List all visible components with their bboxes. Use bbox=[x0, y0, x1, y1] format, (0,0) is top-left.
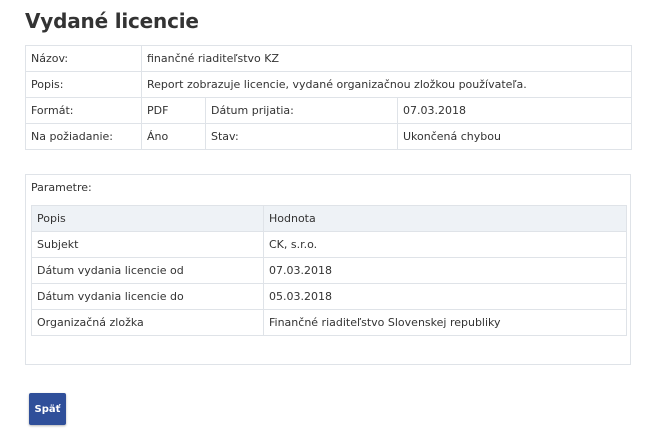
column-header-description: Popis bbox=[31, 205, 264, 232]
param-name: Subjekt bbox=[31, 231, 264, 258]
received-label: Dátum prijatia: bbox=[205, 97, 398, 124]
status-label: Stav: bbox=[205, 123, 398, 150]
param-name: Dátum vydania licencie do bbox=[31, 283, 264, 310]
on-demand-value: Áno bbox=[141, 123, 206, 150]
received-value: 07.03.2018 bbox=[396, 97, 633, 124]
on-demand-label: Na požiadanie: bbox=[25, 123, 142, 150]
page-title: Vydané licencie bbox=[25, 9, 199, 33]
table-row: Dátum vydania licencie do 05.03.2018 bbox=[31, 283, 627, 310]
column-header-value: Hodnota bbox=[263, 205, 627, 232]
parameters-table: Popis Hodnota Subjekt CK, s.r.o. Dátum v… bbox=[31, 205, 627, 336]
format-label: Formát: bbox=[25, 97, 142, 124]
back-button[interactable]: Späť bbox=[29, 393, 66, 425]
description-value: Report zobrazuje licencie, vydané organi… bbox=[140, 71, 633, 98]
param-value: 05.03.2018 bbox=[263, 283, 627, 310]
info-row-on-demand: Na požiadanie: Áno Stav: Ukončená chybou bbox=[25, 123, 633, 150]
name-label: Názov: bbox=[25, 45, 142, 72]
status-value: Ukončená chybou bbox=[396, 123, 633, 150]
param-value: Finančné riaditeľstvo Slovenskej republi… bbox=[263, 309, 627, 336]
param-value: CK, s.r.o. bbox=[263, 231, 627, 258]
param-value: 07.03.2018 bbox=[263, 257, 627, 284]
description-label: Popis: bbox=[25, 71, 142, 98]
parameters-header-row: Popis Hodnota bbox=[31, 205, 627, 232]
parameters-label: Parametre: bbox=[31, 181, 92, 194]
info-row-description: Popis: Report zobrazuje licencie, vydané… bbox=[25, 71, 633, 98]
license-info-table: Názov: finančné riaditeľstvo KZ Popis: R… bbox=[25, 45, 633, 150]
param-name: Organizačná zložka bbox=[31, 309, 264, 336]
name-value: finančné riaditeľstvo KZ bbox=[140, 45, 633, 72]
table-row: Subjekt CK, s.r.o. bbox=[31, 231, 627, 258]
table-row: Organizačná zložka Finančné riaditeľstvo… bbox=[31, 309, 627, 336]
info-row-format: Formát: PDF Dátum prijatia: 07.03.2018 bbox=[25, 97, 633, 124]
format-value: PDF bbox=[141, 97, 206, 124]
info-row-name: Názov: finančné riaditeľstvo KZ bbox=[25, 45, 633, 72]
param-name: Dátum vydania licencie od bbox=[31, 257, 264, 284]
table-row: Dátum vydania licencie od 07.03.2018 bbox=[31, 257, 627, 284]
parameters-panel: Parametre: Popis Hodnota Subjekt CK, s.r… bbox=[25, 174, 631, 365]
